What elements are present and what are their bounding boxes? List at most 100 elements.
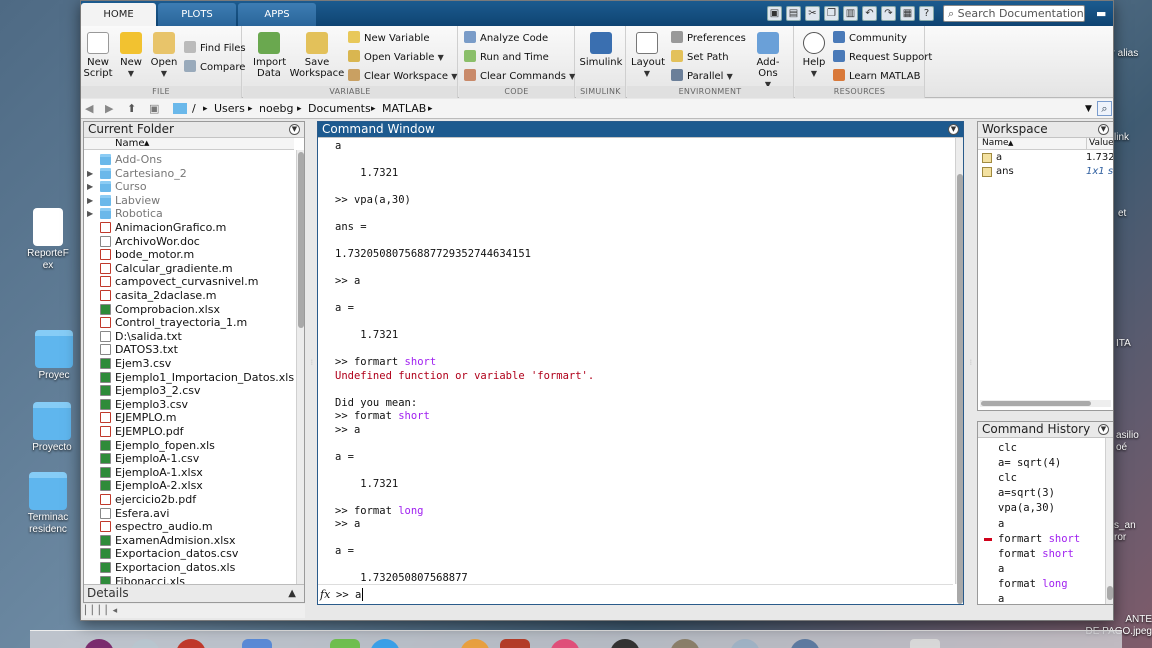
command-prompt[interactable]: fx >> a (318, 584, 953, 604)
dock-app-icon[interactable] (670, 639, 700, 648)
history-item[interactable]: formart short (998, 532, 1080, 546)
forward-arrow-icon[interactable]: ▶ (105, 102, 113, 116)
history-item[interactable]: clc (998, 441, 1017, 455)
splitter-handle[interactable]: ⋮ (968, 359, 974, 367)
history-item[interactable]: a=sqrt(3) (998, 486, 1055, 500)
path-segment[interactable]: Documents (308, 102, 371, 116)
copy-icon[interactable]: ❐ (824, 6, 839, 21)
path-dropdown-icon[interactable]: ▼ (1085, 102, 1092, 116)
file-list-item[interactable]: ▶ Labview (84, 194, 294, 208)
file-list-item[interactable]: ejercicio2b.pdf (84, 493, 294, 507)
file-list-item[interactable]: ArchivoWor.doc (84, 235, 294, 249)
tab-plots[interactable]: PLOTS (158, 3, 236, 26)
browse-folder-icon[interactable]: ▣ (149, 102, 159, 116)
file-list-item[interactable]: Ejemplo_fopen.xls (84, 439, 294, 453)
collapse-toolstrip-icon[interactable]: ▬ (1096, 7, 1106, 20)
file-list-item[interactable]: ▶ Curso (84, 180, 294, 194)
layout-button[interactable]: Layout ▼ (631, 32, 665, 79)
undo-icon[interactable]: ↶ (862, 6, 877, 21)
file-list-item[interactable]: Calcular_gradiente.m (84, 262, 294, 276)
desktop-file-icon[interactable]: ReporteF ex (10, 208, 86, 272)
file-list-item[interactable]: ▶ Cartesiano_2 (84, 167, 294, 181)
clear-commands-button[interactable]: Clear Commands ▼ (464, 69, 575, 83)
simulink-button[interactable]: Simulink (579, 32, 623, 68)
file-list-item[interactable]: DATOS3.txt (84, 343, 294, 357)
file-list-item[interactable]: EjemploA-1.csv (84, 452, 294, 466)
chevron-up-icon[interactable]: ▲ (288, 585, 296, 602)
dock-app-icon[interactable] (730, 639, 760, 648)
switch-windows-icon[interactable]: ▦ (900, 6, 915, 21)
request-support-button[interactable]: Request Support (833, 50, 932, 64)
file-list-item[interactable]: Esfera.avi (84, 507, 294, 521)
workspace-variable-row[interactable]: ans 1x1 s (978, 165, 1113, 179)
history-item[interactable]: format short (998, 547, 1074, 561)
run-and-time-button[interactable]: Run and Time (464, 50, 549, 64)
path-segment[interactable]: noebg (259, 102, 293, 116)
up-folder-icon[interactable]: ⬆ (127, 102, 136, 116)
history-item[interactable]: clc (998, 471, 1017, 485)
file-list-item[interactable]: Ejemplo3.csv (84, 398, 294, 412)
file-list-item[interactable]: ExamenAdmision.xlsx (84, 534, 294, 548)
file-list-item[interactable]: EjemploA-1.xlsx (84, 466, 294, 480)
compare-button[interactable]: Compare (184, 60, 245, 74)
find-files-button[interactable]: Find Files (184, 41, 246, 55)
desktop-item-label[interactable]: s_an ror (1114, 520, 1152, 544)
add-ons-button[interactable]: Add-Ons ▼ (747, 32, 789, 90)
command-scrollbar[interactable] (955, 138, 963, 604)
panel-menu-icon[interactable]: ▼ (1098, 124, 1109, 135)
dock-app-icon[interactable] (130, 639, 160, 648)
parallel-button[interactable]: Parallel ▼ (671, 69, 733, 83)
new-script-button[interactable]: New Script (83, 32, 113, 79)
set-path-button[interactable]: Set Path (671, 50, 729, 64)
desktop-item-label[interactable]: asilio oé (1116, 430, 1152, 454)
folder-scrollbar[interactable] (296, 150, 304, 584)
search-documentation-input[interactable]: ⌕ Search Documentation (943, 5, 1085, 22)
layout-icon[interactable]: ▣ (767, 6, 782, 21)
new-button[interactable]: New ▼ (117, 32, 145, 79)
path-root[interactable]: / (192, 102, 196, 116)
file-list-item[interactable]: EJEMPLO.m (84, 411, 294, 425)
tab-home[interactable]: HOME (81, 3, 156, 26)
file-list-item[interactable]: Ejem3.csv (84, 357, 294, 371)
community-button[interactable]: Community (833, 31, 907, 45)
dock-app-icon[interactable] (460, 639, 490, 648)
file-list-item[interactable]: Ejemplo3_2.csv (84, 384, 294, 398)
folder-column-header[interactable]: Name ▲ (84, 138, 294, 150)
redo-icon[interactable]: ↷ (881, 6, 896, 21)
panel-menu-icon[interactable]: ▼ (948, 124, 959, 135)
file-list-item[interactable]: EjemploA-2.xlsx (84, 479, 294, 493)
scrollbar-thumb[interactable] (298, 152, 304, 328)
import-data-button[interactable]: Import Data (253, 32, 286, 79)
workspace-column-header[interactable]: Name ▲ Value (978, 138, 1113, 150)
history-item[interactable]: a= sqrt(4) (998, 456, 1061, 470)
clear-workspace-button[interactable]: Clear Workspace ▼ (348, 69, 457, 83)
history-item[interactable]: a (998, 517, 1004, 531)
dock-app-icon[interactable] (550, 639, 580, 648)
paste-icon[interactable]: ▥ (843, 6, 858, 21)
open-button[interactable]: Open ▼ (149, 32, 179, 79)
new-variable-button[interactable]: New Variable (348, 31, 429, 45)
folder-horizontal-scrollbar[interactable]: ▏▏▏▏◂ (83, 604, 305, 618)
dock-app-icon[interactable] (790, 639, 820, 648)
save-icon[interactable]: ▤ (786, 6, 801, 21)
tab-apps[interactable]: APPS (238, 3, 316, 26)
dock-app-icon[interactable] (500, 639, 530, 648)
file-list-item[interactable]: Exportacion_datos.csv (84, 547, 294, 561)
path-segment[interactable]: MATLAB (382, 102, 426, 116)
command-input[interactable]: >> a (336, 589, 361, 601)
help-button[interactable]: Help ▼ (799, 32, 829, 79)
file-list-item[interactable]: casita_2daclase.m (84, 289, 294, 303)
file-list-item[interactable]: Add-Ons (84, 153, 294, 167)
file-list-item[interactable]: campovect_curvasnivel.m (84, 275, 294, 289)
dock-app-icon[interactable] (910, 639, 940, 648)
file-list-item[interactable]: Ejemplo1_Importacion_Datos.xlsx (84, 371, 294, 385)
expand-arrow-icon[interactable]: ▶ (87, 194, 93, 207)
open-variable-button[interactable]: Open Variable ▼ (348, 50, 444, 64)
expand-arrow-icon[interactable]: ▶ (87, 207, 93, 220)
history-item[interactable]: vpa(a,30) (998, 501, 1055, 515)
save-workspace-button[interactable]: Save Workspace (289, 32, 345, 79)
scrollbar-thumb[interactable] (1107, 586, 1113, 600)
path-segment[interactable]: Users (214, 102, 245, 116)
file-list-item[interactable]: espectro_audio.m (84, 520, 294, 534)
back-arrow-icon[interactable]: ◀ (85, 102, 93, 116)
